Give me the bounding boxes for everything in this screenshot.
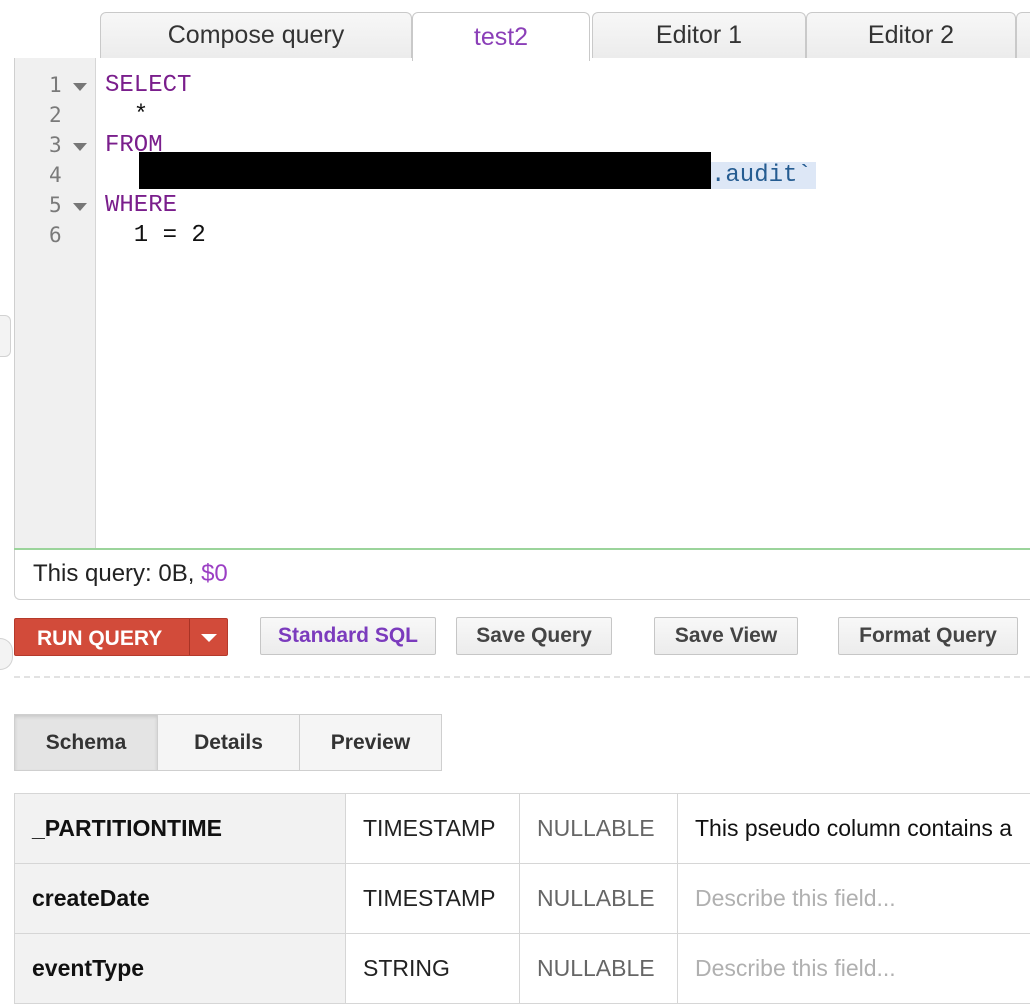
schema-table: _PARTITIONTIME TIMESTAMP NULLABLE This p…: [14, 793, 1030, 1004]
save-view-button[interactable]: Save View: [654, 617, 798, 655]
line-number: 4: [49, 163, 62, 187]
field-name: _PARTITIONTIME: [15, 794, 346, 864]
standard-sql-button[interactable]: Standard SQL: [260, 617, 436, 655]
line-number: 1: [49, 73, 62, 97]
field-mode: NULLABLE: [520, 934, 678, 1004]
gutter-line: 3: [15, 131, 96, 161]
run-query-button[interactable]: RUN QUERY: [14, 618, 228, 656]
gutter-line: 2: [15, 101, 96, 131]
field-type: TIMESTAMP: [346, 794, 520, 864]
field-type: STRING: [346, 934, 520, 1004]
tab-details[interactable]: Details: [157, 714, 300, 771]
status-text: This query: 0B,: [33, 560, 201, 587]
tab-test2[interactable]: test2: [412, 12, 590, 61]
gutter-line: 6: [15, 221, 96, 251]
gutter-line: 1: [15, 71, 96, 101]
line-gutter: 1 2 3 4 5 6: [15, 58, 96, 548]
tab-preview[interactable]: Preview: [299, 714, 442, 771]
side-handle[interactable]: [0, 638, 13, 670]
gutter-line: 5: [15, 191, 96, 221]
field-type: TIMESTAMP: [346, 864, 520, 934]
status-cost: $0: [201, 560, 228, 587]
field-mode: NULLABLE: [520, 794, 678, 864]
fold-arrow-icon[interactable]: [73, 83, 87, 91]
tab-editor-2[interactable]: Editor 2: [806, 12, 1016, 58]
query-tabs: Compose query test2 Editor 1 Editor 2: [0, 0, 1030, 60]
side-collapse-handle[interactable]: [0, 315, 11, 357]
field-description[interactable]: This pseudo column contains a: [678, 794, 1030, 864]
table-row: createDate TIMESTAMP NULLABLE Describe t…: [15, 864, 1030, 934]
query-validator-status: This query: 0B, $0: [14, 550, 1030, 600]
tab-overflow[interactable]: [1016, 12, 1030, 58]
tab-editor-1[interactable]: Editor 1: [592, 12, 806, 58]
line-number: 6: [49, 223, 62, 247]
line-number: 2: [49, 103, 62, 127]
line-number: 3: [49, 133, 62, 157]
code-line: SELECT: [105, 71, 191, 101]
code-line: *: [105, 101, 148, 131]
fold-arrow-icon[interactable]: [73, 143, 87, 151]
fold-arrow-icon[interactable]: [73, 203, 87, 211]
run-divider: [189, 619, 190, 655]
tab-label: Compose query: [168, 21, 344, 50]
code-line: .audit`: [711, 161, 816, 191]
tab-schema[interactable]: Schema: [14, 714, 158, 771]
section-divider: [14, 676, 1030, 678]
run-query-label: RUN QUERY: [37, 627, 162, 651]
gutter-line: 4: [15, 161, 96, 191]
field-description-input[interactable]: Describe this field...: [678, 934, 1030, 1004]
field-description-input[interactable]: Describe this field...: [678, 864, 1030, 934]
code-line: 1 = 2: [105, 221, 206, 251]
table-name-highlight: .audit`: [711, 162, 816, 189]
field-name: eventType: [15, 934, 346, 1004]
tab-compose-query[interactable]: Compose query: [100, 12, 412, 58]
table-row: eventType STRING NULLABLE Describe this …: [15, 934, 1030, 1004]
field-mode: NULLABLE: [520, 864, 678, 934]
tab-label: test2: [474, 23, 528, 52]
code-line: WHERE: [105, 191, 177, 221]
tab-label: Editor 1: [656, 21, 742, 50]
redacted-block: [139, 152, 711, 189]
query-editor[interactable]: 1 2 3 4 5 6 SELECT * FROM .audit` WHERE …: [14, 58, 1030, 548]
format-query-button[interactable]: Format Query: [838, 617, 1018, 655]
chevron-down-icon[interactable]: [201, 634, 217, 642]
save-query-button[interactable]: Save Query: [456, 617, 612, 655]
tab-label: Editor 2: [868, 21, 954, 50]
table-row: _PARTITIONTIME TIMESTAMP NULLABLE This p…: [15, 794, 1030, 864]
field-name: createDate: [15, 864, 346, 934]
line-number: 5: [49, 193, 62, 217]
